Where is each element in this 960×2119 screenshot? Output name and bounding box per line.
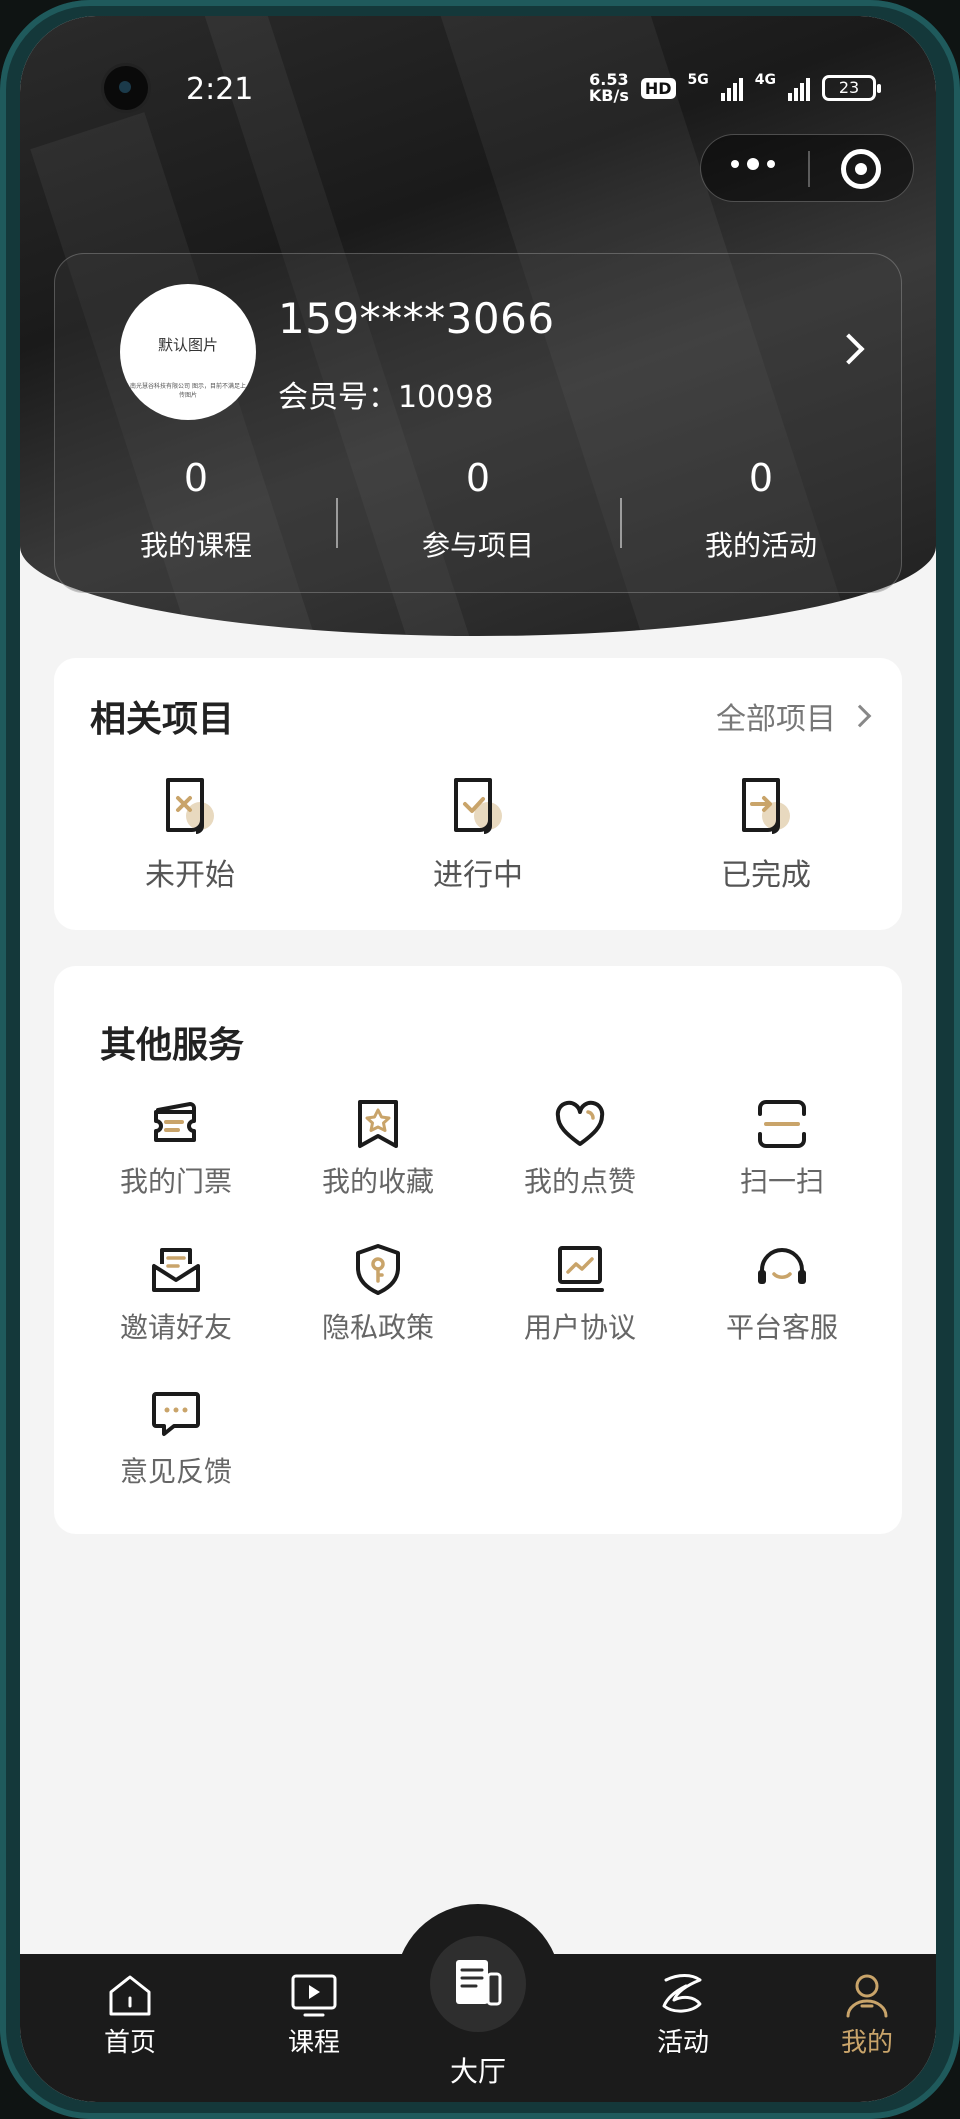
service-feedback[interactable]: 意见反馈	[76, 1386, 276, 1490]
service-scan[interactable]: 扫一扫	[682, 1096, 882, 1200]
service-invite-friends[interactable]: 邀请好友	[76, 1242, 276, 1346]
tab-courses[interactable]: 课程	[249, 1970, 379, 2059]
signal-icon	[720, 75, 743, 101]
user-phone: 159****3066	[278, 294, 555, 343]
avatar-text: 默认图片	[157, 336, 218, 354]
hd-badge: HD	[640, 77, 676, 99]
project-status-label: 已完成	[721, 858, 811, 893]
status-bar: 2:21 6.53 KB/s HD 5G 4G 23	[20, 16, 936, 110]
stat-activities[interactable]: 0 我的活动	[631, 456, 891, 564]
tab-label: 首页	[103, 2028, 156, 2058]
tab-label: 活动	[656, 2028, 709, 2058]
projects-card: 相关项目 全部项目 未开始 进行中 已完成	[54, 658, 902, 930]
invite-mail-icon	[152, 1248, 200, 1292]
stat-projects[interactable]: 0 参与项目	[348, 456, 608, 564]
stat-label: 我的活动	[704, 529, 817, 562]
more-icon[interactable]	[731, 158, 775, 170]
signal-5g-label: 5G	[687, 72, 709, 88]
doc-check-icon	[454, 778, 502, 834]
service-my-tickets[interactable]: 我的门票	[76, 1096, 276, 1200]
service-user-agreement[interactable]: 用户协议	[480, 1242, 680, 1346]
member-label: 会员号：	[278, 380, 398, 415]
doc-arrow-icon	[742, 778, 790, 834]
service-label: 我的门票	[119, 1165, 232, 1198]
tab-hall[interactable]	[430, 1936, 526, 2032]
signal-icon-2	[788, 75, 810, 101]
ticket-icon	[154, 1101, 196, 1142]
service-label: 用户协议	[523, 1311, 636, 1344]
net-speed-unit: KB/s	[588, 86, 629, 105]
avatar-small-text: 南光慧谷科技有限公司 图示，目前不满足上传图片	[130, 383, 246, 399]
status-time: 2:21	[186, 72, 254, 107]
project-not-started[interactable]: 未开始	[90, 774, 290, 894]
phone-frame: 2:21 6.53 KB/s HD 5G 4G 23 默认图片 南光慧谷科技有限…	[0, 0, 960, 2119]
screen: 2:21 6.53 KB/s HD 5G 4G 23 默认图片 南光慧谷科技有限…	[20, 16, 936, 2102]
stat-label: 我的课程	[139, 529, 252, 562]
newspaper-icon	[456, 1960, 502, 2006]
tab-mine[interactable]: 我的	[802, 1970, 932, 2059]
chevron-right-icon	[848, 704, 872, 728]
tab-label: 我的	[840, 2028, 893, 2058]
service-label: 我的点赞	[523, 1165, 636, 1198]
service-my-likes[interactable]: 我的点赞	[480, 1096, 680, 1200]
tab-hall-label: 大厅	[449, 2055, 506, 2088]
avatar[interactable]: 默认图片 南光慧谷科技有限公司 图示，目前不满足上传图片	[120, 284, 256, 420]
member-number: 会员号：10098	[278, 372, 493, 416]
all-projects-label: 全部项目	[716, 702, 836, 737]
stat-value: 0	[465, 456, 491, 500]
play-screen-icon	[291, 1974, 337, 2017]
activity-icon	[662, 1974, 702, 2013]
service-label: 邀请好友	[119, 1311, 232, 1344]
projects-title: 相关项目	[90, 699, 235, 740]
stat-label: 参与项目	[421, 529, 534, 562]
services-title: 其他服务	[100, 1025, 245, 1066]
front-camera	[104, 66, 148, 110]
miniprogram-capsule	[700, 134, 914, 202]
heart-icon	[555, 1100, 605, 1146]
status-indicators: 6.53 KB/s HD 5G 4G 23	[589, 72, 881, 104]
battery-icon: 23	[822, 75, 881, 101]
user-icon	[846, 1974, 888, 2018]
service-privacy-policy[interactable]: 隐私政策	[278, 1242, 478, 1346]
all-projects-link[interactable]: 全部项目	[716, 694, 872, 738]
project-in-progress[interactable]: 进行中	[378, 774, 578, 894]
scan-icon	[758, 1100, 806, 1148]
close-target-icon[interactable]	[841, 149, 881, 189]
project-status-label: 进行中	[433, 858, 523, 893]
chat-bubble-icon	[152, 1392, 200, 1436]
stat-my-courses[interactable]: 0 我的课程	[66, 456, 326, 564]
member-id: 10098	[398, 380, 494, 415]
service-label: 意见反馈	[119, 1455, 232, 1488]
service-my-favorites[interactable]: 我的收藏	[278, 1096, 478, 1200]
home-icon	[109, 1975, 151, 2016]
service-label: 平台客服	[725, 1311, 838, 1344]
project-completed[interactable]: 已完成	[666, 774, 866, 894]
signal-4g-label: 4G	[754, 72, 776, 88]
tab-home[interactable]: 首页	[65, 1970, 195, 2059]
project-status-label: 未开始	[145, 858, 235, 893]
stat-value: 0	[183, 456, 209, 500]
stat-value: 0	[748, 456, 774, 500]
tab-activities[interactable]: 活动	[618, 1970, 748, 2059]
shield-key-icon	[356, 1244, 400, 1295]
net-speed: 6.53 KB/s	[589, 72, 629, 104]
power-button	[954, 850, 960, 960]
tab-label: 课程	[287, 2028, 340, 2058]
service-label: 我的收藏	[321, 1165, 434, 1198]
service-label: 隐私政策	[321, 1311, 434, 1344]
service-customer-support[interactable]: 平台客服	[682, 1242, 882, 1346]
headset-icon	[758, 1248, 806, 1284]
service-label: 扫一扫	[739, 1165, 824, 1198]
doc-x-icon	[166, 778, 214, 834]
services-card: 其他服务 我的门票 我的收藏 我的点赞 扫一扫 邀请好友 隐私政策 用户协议 平…	[54, 966, 902, 1534]
volume-button	[954, 500, 960, 620]
monitor-chart-icon	[556, 1246, 604, 1292]
bookmark-star-icon	[358, 1100, 398, 1148]
